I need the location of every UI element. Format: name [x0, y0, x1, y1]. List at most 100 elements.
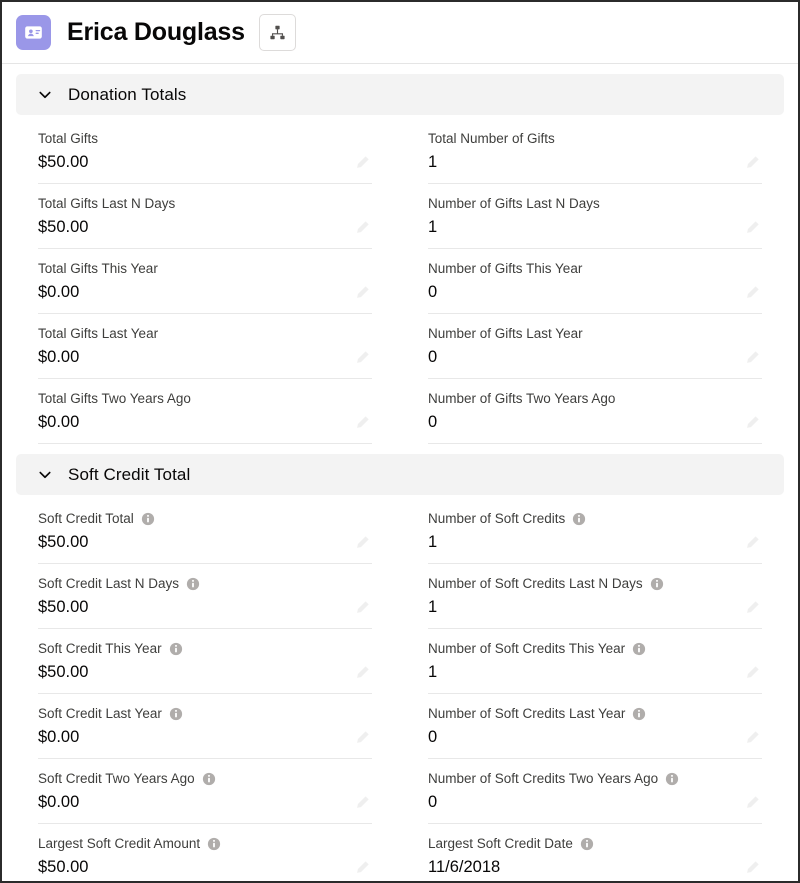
field-value: 0	[428, 283, 438, 301]
info-icon[interactable]	[134, 510, 155, 528]
field-label: Soft Credit Last N Days	[38, 575, 346, 593]
field-item: Number of Gifts Last N Days 1	[428, 184, 762, 249]
field-label: Number of Soft Credits This Year	[428, 640, 736, 658]
field-value: $50.00	[38, 153, 89, 171]
field-label: Number of Gifts Two Years Ago	[428, 390, 736, 408]
section-soft-credit-total: Soft Credit Total Soft Credit Total $50.00…	[16, 454, 784, 881]
field-item: Soft Credit Last N Days $50.00	[38, 564, 372, 629]
field-label-text: Number of Soft Credits Last Year	[428, 706, 626, 721]
field-item: Number of Gifts Two Years Ago 0	[428, 379, 762, 444]
field-value: 1	[428, 663, 438, 681]
field-label-text: Total Gifts Last N Days	[38, 196, 176, 211]
field-item: Number of Soft Credits Last Year 0	[428, 694, 762, 759]
field-label: Number of Soft Credits	[428, 510, 736, 528]
field-item: Total Gifts Two Years Ago $0.00	[38, 379, 372, 444]
contact-card-icon	[16, 15, 51, 50]
field-label-text: Number of Soft Credits	[428, 511, 566, 526]
chevron-down-icon[interactable]	[38, 88, 68, 102]
field-value: $50.00	[38, 218, 89, 236]
record-header: Erica Douglass	[2, 2, 798, 64]
info-icon[interactable]	[565, 510, 586, 528]
org-hierarchy-icon-button[interactable]	[258, 14, 296, 51]
field-value: 0	[428, 728, 438, 746]
field-item: Soft Credit Two Years Ago $0.00	[38, 759, 372, 824]
field-label-text: Total Gifts This Year	[38, 261, 158, 276]
field-label: Soft Credit Total	[38, 510, 346, 528]
field-label: Number of Soft Credits Last Year	[428, 705, 736, 723]
field-grid-donation-totals: Total Gifts $50.00 Total Number of Gifts 1 T…	[16, 119, 784, 444]
field-item: Number of Soft Credits 1	[428, 499, 762, 564]
info-icon[interactable]	[643, 575, 664, 593]
field-label-text: Number of Gifts Last N Days	[428, 196, 600, 211]
info-icon[interactable]	[200, 835, 221, 853]
field-label: Total Gifts Two Years Ago	[38, 390, 346, 408]
field-label: Largest Soft Credit Date	[428, 835, 736, 853]
field-value: $0.00	[38, 348, 80, 366]
field-label: Total Gifts This Year	[38, 260, 346, 278]
field-value: $50.00	[38, 598, 89, 616]
field-value: $0.00	[38, 793, 80, 811]
field-label-text: Total Number of Gifts	[428, 131, 555, 146]
field-label: Total Gifts Last Year	[38, 325, 346, 343]
section-title: Soft Credit Total	[68, 464, 191, 484]
field-value: 1	[428, 153, 438, 171]
info-icon[interactable]	[162, 640, 183, 658]
field-item: Soft Credit Total $50.00	[38, 499, 372, 564]
field-item: Largest Soft Credit Date 11/6/2018	[428, 824, 762, 881]
info-icon[interactable]	[658, 770, 679, 788]
field-label-text: Total Gifts	[38, 131, 99, 146]
field-value: $0.00	[38, 728, 80, 746]
info-icon[interactable]	[162, 705, 183, 723]
field-label: Number of Gifts Last Year	[428, 325, 736, 343]
field-value: 1	[428, 218, 438, 236]
field-value: 1	[428, 598, 438, 616]
section-donation-totals: Donation Totals Total Gifts $50.00 Total Nu…	[16, 74, 784, 444]
field-item: Number of Soft Credits Last N Days 1	[428, 564, 762, 629]
field-grid-soft-credit-total: Soft Credit Total $50.00 Number of Soft Cr…	[16, 499, 784, 881]
section-header-donation-totals[interactable]: Donation Totals	[16, 74, 784, 115]
field-label-text: Number of Gifts This Year	[428, 261, 583, 276]
field-label-text: Soft Credit Last N Days	[38, 576, 180, 591]
field-value: 0	[428, 348, 438, 366]
field-item: Number of Gifts This Year 0	[428, 249, 762, 314]
field-value: 0	[428, 413, 438, 431]
field-label-text: Soft Credit Last Year	[38, 706, 162, 721]
field-value: $50.00	[38, 533, 89, 551]
field-label: Number of Soft Credits Two Years Ago	[428, 770, 736, 788]
field-item: Total Number of Gifts 1	[428, 119, 762, 184]
field-item: Number of Soft Credits Two Years Ago 0	[428, 759, 762, 824]
info-icon[interactable]	[625, 640, 646, 658]
field-label: Total Gifts	[38, 130, 346, 148]
field-item: Soft Credit Last Year $0.00	[38, 694, 372, 759]
record-body: Donation Totals Total Gifts $50.00 Total Nu…	[2, 74, 798, 881]
field-label: Soft Credit Two Years Ago	[38, 770, 346, 788]
field-label: Total Number of Gifts	[428, 130, 736, 148]
info-icon[interactable]	[625, 705, 646, 723]
record-detail-page: Erica Douglass Donation Totals Total Gift…	[0, 0, 800, 883]
field-label-text: Soft Credit Total	[38, 511, 134, 526]
field-value: 0	[428, 793, 438, 811]
field-label-text: Soft Credit Two Years Ago	[38, 771, 195, 786]
field-item: Soft Credit This Year $50.00	[38, 629, 372, 694]
section-title: Donation Totals	[68, 84, 187, 104]
chevron-down-icon[interactable]	[38, 468, 68, 482]
field-value: 11/6/2018	[428, 858, 501, 876]
field-label: Number of Soft Credits Last N Days	[428, 575, 736, 593]
field-value: $50.00	[38, 858, 89, 876]
field-item: Number of Soft Credits This Year 1	[428, 629, 762, 694]
field-label-text: Total Gifts Last Year	[38, 326, 159, 341]
field-label-text: Number of Soft Credits This Year	[428, 641, 626, 656]
field-value: 1	[428, 533, 438, 551]
field-label: Soft Credit This Year	[38, 640, 346, 658]
info-icon[interactable]	[195, 770, 216, 788]
field-label: Number of Gifts Last N Days	[428, 195, 736, 213]
info-icon[interactable]	[179, 575, 200, 593]
field-label: Largest Soft Credit Amount	[38, 835, 346, 853]
section-header-soft-credit-total[interactable]: Soft Credit Total	[16, 454, 784, 495]
field-label-text: Largest Soft Credit Date	[428, 836, 573, 851]
field-item: Largest Soft Credit Amount $50.00	[38, 824, 372, 881]
field-label-text: Number of Gifts Two Years Ago	[428, 391, 616, 406]
info-icon[interactable]	[573, 835, 594, 853]
field-item: Total Gifts Last Year $0.00	[38, 314, 372, 379]
field-item: Number of Gifts Last Year 0	[428, 314, 762, 379]
